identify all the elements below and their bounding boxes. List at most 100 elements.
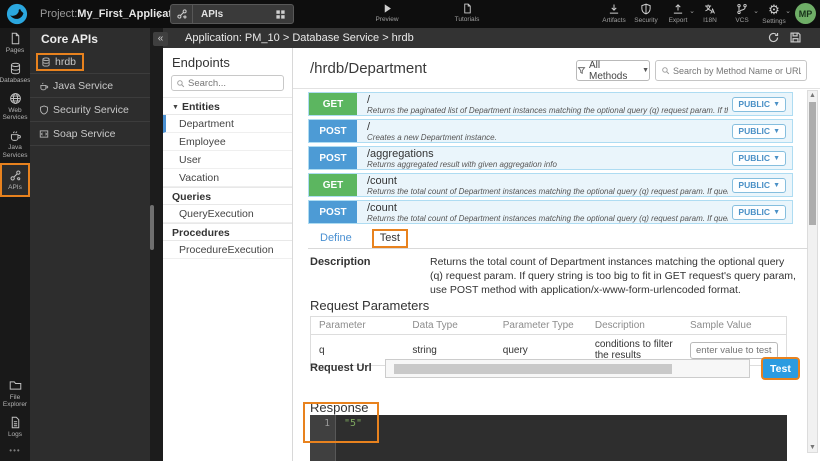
method-row-get-count[interactable]: GET /count Returns the total count of De… (308, 173, 793, 197)
method-row-post-count[interactable]: POST /count Returns the total count of D… (308, 200, 793, 224)
scroll-down-arrow[interactable]: ▼ (808, 444, 817, 451)
method-body: /aggregations Returns aggregated result … (357, 147, 732, 169)
topbar-actions: Artifacts Security ⌄ Export I18N ⌄ VCS ⌄… (598, 3, 790, 25)
top-bar: Project:My_First_Application › APIs Prev… (0, 0, 820, 28)
security-button[interactable]: Security (630, 3, 662, 24)
search-icon (661, 66, 670, 75)
redacted-url-value (394, 364, 672, 374)
vertical-scrollbar[interactable]: ▲ ▼ (807, 90, 818, 453)
artifacts-button[interactable]: Artifacts (598, 3, 630, 24)
core-api-item-java-service[interactable]: Java Service (30, 74, 150, 98)
endpoint-item-vacation[interactable]: Vacation (163, 169, 292, 187)
column-header: Data Type (404, 317, 494, 335)
entities-section-header[interactable]: ▼Entities (163, 97, 292, 115)
vcs-button[interactable]: ⌄ VCS (726, 3, 758, 24)
user-avatar[interactable]: MP (795, 3, 816, 24)
export-button[interactable]: ⌄ Export (662, 3, 694, 24)
queries-section-header[interactable]: Queries (163, 187, 292, 205)
column-header: Description (587, 317, 682, 335)
search-icon (176, 79, 185, 88)
upload-icon (672, 3, 684, 15)
endpoints-title: Endpoints (163, 48, 292, 74)
access-dropdown[interactable]: PUBLIC▼ (732, 97, 786, 112)
method-search[interactable] (655, 60, 807, 81)
i18n-button[interactable]: I18N (694, 3, 726, 24)
tutorials-button[interactable]: Tutorials (444, 3, 490, 23)
collapse-panel-button[interactable]: « (153, 32, 168, 46)
sidebar-spacer (0, 197, 30, 375)
gear-icon: ⚙ (768, 3, 780, 16)
method-row-post-root[interactable]: POST / Creates a new Department instance… (308, 119, 793, 143)
description-text: Returns the total count of Department in… (430, 256, 800, 298)
caret-down-icon: ▼ (773, 101, 780, 108)
core-api-label: hrdb (55, 56, 76, 68)
coffee-icon (39, 81, 49, 91)
core-api-item-hrdb[interactable]: hrdb (30, 50, 150, 74)
method-path: /count (367, 176, 728, 187)
method-row-get-root[interactable]: GET / Returns the paginated list of Depa… (308, 92, 793, 116)
endpoints-search[interactable] (171, 75, 284, 91)
sidebar-item-apis[interactable]: APIs (0, 163, 30, 197)
test-button[interactable]: Test (763, 359, 798, 378)
save-icon[interactable] (789, 31, 802, 44)
endpoint-item-procedureexecution[interactable]: ProcedureExecution (163, 241, 292, 259)
tab-test[interactable]: Test (372, 229, 408, 248)
core-api-item-soap-service[interactable]: Soap Service (30, 122, 150, 146)
folder-icon (9, 379, 22, 392)
sidebar-item-java-services[interactable]: Java Services (0, 125, 30, 163)
endpoints-search-input[interactable] (188, 78, 278, 89)
method-path: /count (367, 203, 728, 214)
primary-sidebar: Pages Databases Web Services Java Servic… (0, 28, 30, 461)
method-filter-dropdown[interactable]: All Methods ▼ (576, 60, 650, 81)
method-description: Returns the total count of Department in… (367, 214, 728, 223)
sidebar-item-logs[interactable]: Logs (0, 412, 30, 442)
sidebar-item-web-services[interactable]: Web Services (0, 88, 30, 126)
caret-down-icon: ▼ (773, 128, 780, 135)
request-parameters-title: Request Parameters (310, 298, 429, 313)
caret-down-icon: ▼ (773, 182, 780, 189)
request-url-label: Request Url (310, 362, 372, 374)
access-dropdown[interactable]: PUBLIC▼ (732, 205, 786, 220)
preview-button[interactable]: Preview (364, 3, 410, 23)
method-row-post-aggregations[interactable]: POST /aggregations Returns aggregated re… (308, 146, 793, 170)
soap-icon (39, 129, 49, 139)
database-icon (41, 57, 51, 67)
method-search-input[interactable] (673, 66, 801, 76)
sample-value-input[interactable] (690, 342, 778, 359)
sidebar-item-databases[interactable]: Databases (0, 58, 30, 88)
refresh-icon[interactable] (767, 31, 780, 44)
scrollbar-thumb[interactable] (809, 102, 816, 225)
funnel-icon (577, 66, 586, 75)
description-label: Description (310, 256, 430, 298)
endpoint-item-queryexecution[interactable]: QueryExecution (163, 205, 292, 223)
sidebar-item-pages[interactable]: Pages (0, 28, 30, 58)
wavemaker-logo-icon[interactable] (6, 3, 28, 25)
sidebar-more-button[interactable]: ••• (0, 442, 30, 461)
tab-define[interactable]: Define (308, 229, 364, 248)
access-dropdown[interactable]: PUBLIC▼ (732, 124, 786, 139)
endpoint-item-employee[interactable]: Employee (163, 133, 292, 151)
grid-icon[interactable] (270, 9, 290, 20)
core-api-item-security-service[interactable]: Security Service (30, 98, 150, 122)
caret-down-icon: ▼ (773, 155, 780, 162)
app-breadcrumb: Application: PM_10 > Database Service > … (185, 28, 414, 48)
download-icon (608, 3, 620, 15)
request-url-field[interactable] (385, 359, 750, 378)
panel-scrollbar-thumb[interactable] (150, 205, 154, 250)
access-dropdown[interactable]: PUBLIC▼ (732, 178, 786, 193)
caret-down-icon: ▼ (172, 104, 179, 111)
column-header: Parameter Type (495, 317, 587, 335)
scroll-up-arrow[interactable]: ▲ (808, 92, 817, 99)
endpoint-item-user[interactable]: User (163, 151, 292, 169)
settings-button[interactable]: ⌄ ⚙ Settings (758, 3, 790, 25)
core-api-label: Security Service (53, 104, 129, 116)
sidebar-item-file-explorer[interactable]: File Explorer (0, 375, 30, 413)
response-code-editor[interactable]: 1 "5" (310, 415, 787, 461)
response-code-value: "5" (336, 415, 787, 461)
description-row: Description Returns the total count of D… (310, 256, 805, 298)
chevron-down-icon: ⌄ (785, 7, 791, 15)
endpoint-item-department[interactable]: Department (163, 115, 292, 133)
apis-workspace-tab[interactable]: APIs (170, 4, 294, 24)
procedures-section-header[interactable]: Procedures (163, 223, 292, 241)
access-dropdown[interactable]: PUBLIC▼ (732, 151, 786, 166)
